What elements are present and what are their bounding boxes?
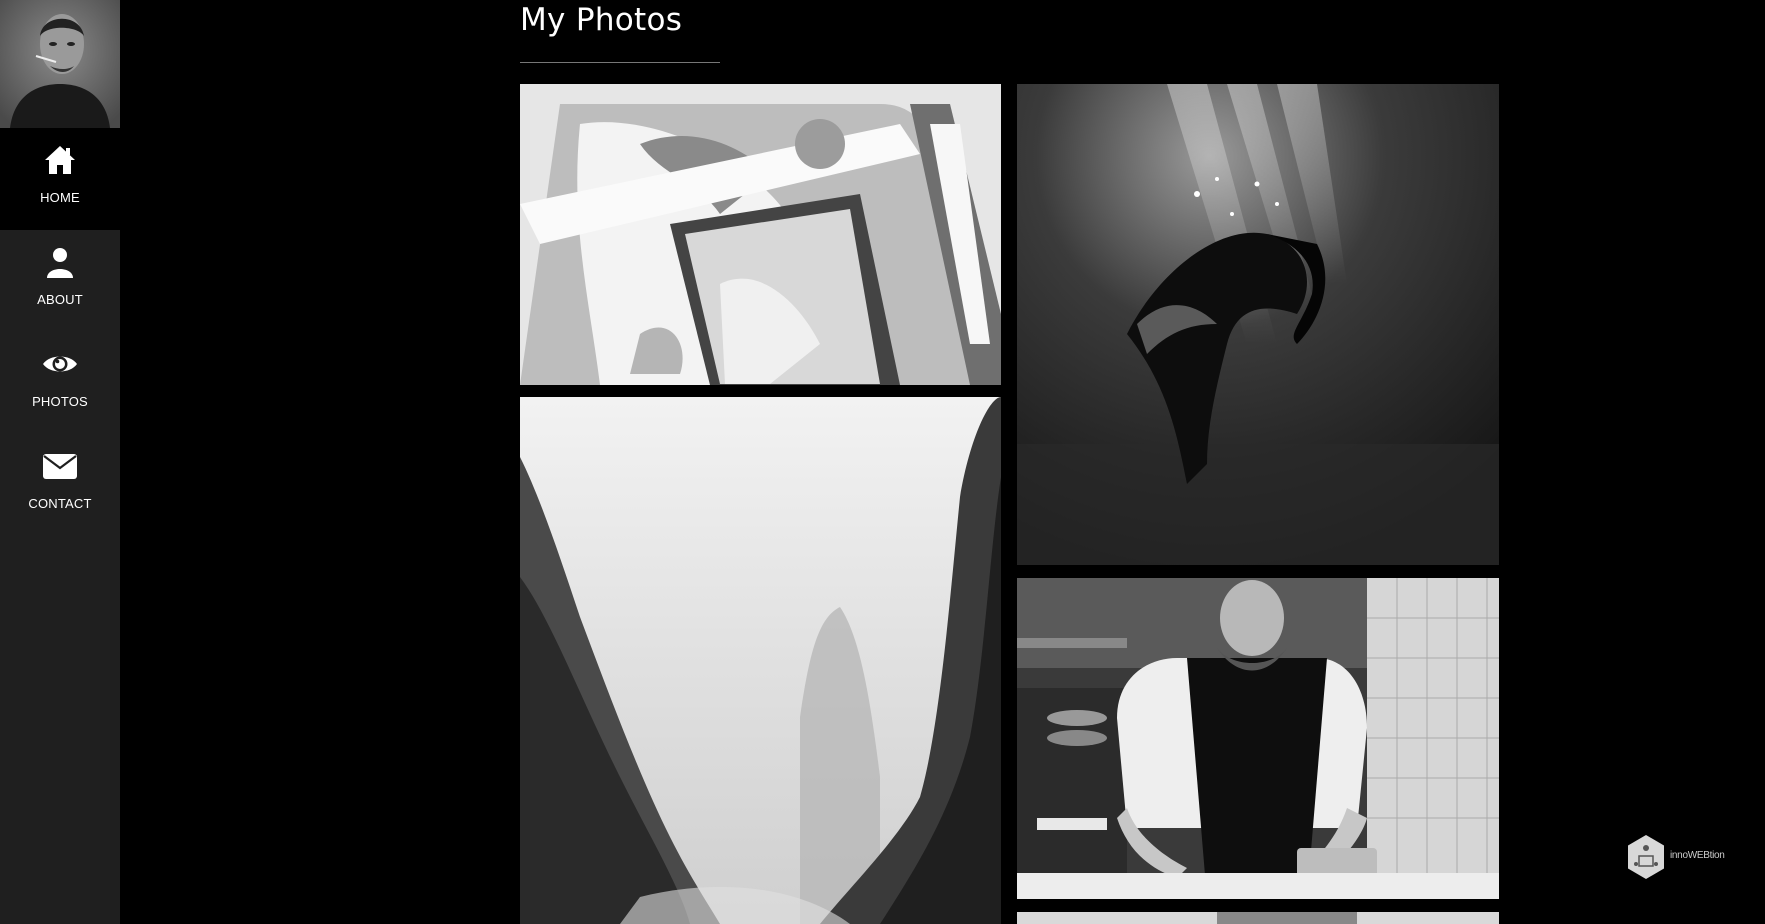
nav-label-home: HOME	[40, 190, 80, 205]
nav-item-photos[interactable]: PHOTOS	[0, 332, 120, 434]
nav-item-contact[interactable]: CONTACT	[0, 434, 120, 536]
nav-item-about[interactable]: ABOUT	[0, 230, 120, 332]
photo-partial[interactable]	[1017, 912, 1499, 924]
nav-label-photos: PHOTOS	[32, 394, 88, 409]
title-divider	[520, 62, 720, 63]
innowebtion-badge[interactable]: innoWEBtion	[1626, 832, 1725, 882]
nav-label-contact: CONTACT	[28, 496, 92, 511]
sidebar: HOME ABOUT PHOTOS CONTACT	[0, 0, 120, 924]
photo-misty-canyon[interactable]	[520, 397, 1001, 924]
photo-underwater[interactable]	[1017, 84, 1499, 565]
avatar	[0, 0, 120, 128]
eye-icon	[43, 356, 77, 372]
photo-wedding-car[interactable]	[520, 84, 1001, 385]
nav-label-about: ABOUT	[37, 292, 83, 307]
user-icon	[47, 248, 73, 278]
envelope-icon	[43, 454, 77, 479]
home-icon	[45, 146, 75, 174]
page-title: My Photos	[520, 2, 683, 38]
photo-chef[interactable]	[1017, 578, 1499, 899]
badge-text: innoWEBtion	[1670, 850, 1725, 861]
hexagon-logo-icon	[1628, 835, 1664, 879]
nav-item-home[interactable]: HOME	[0, 128, 120, 230]
